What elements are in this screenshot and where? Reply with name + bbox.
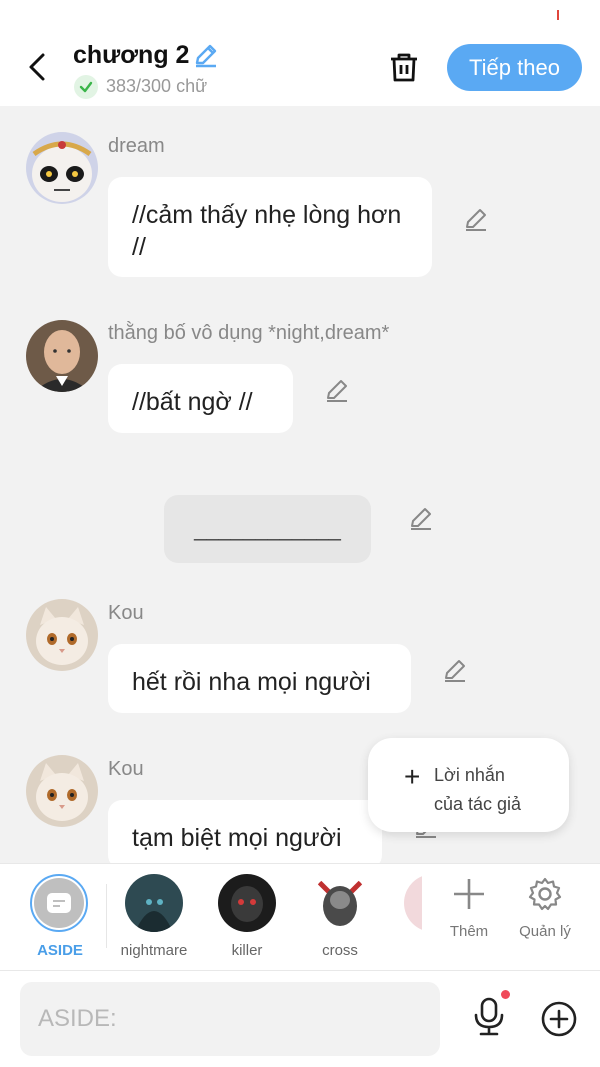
message-bubble[interactable]: hết rồi nha mọi người	[108, 644, 411, 713]
notification-dot	[501, 990, 510, 999]
chat-area[interactable]: dream //cảm thấy nhẹ lòng hơn // thằng b…	[0, 106, 600, 863]
input-bar	[0, 971, 600, 1067]
divider	[106, 884, 107, 948]
pencil-icon	[195, 44, 217, 68]
author-name: Kou	[108, 758, 144, 780]
character-bar: ASIDE nightmare killer cross Thêm Quản l…	[0, 863, 600, 971]
message-bubble[interactable]: //bất ngờ //	[108, 364, 293, 433]
author-note-label: Lời nhắn của tác giả	[434, 765, 522, 814]
gear-icon	[528, 877, 562, 911]
add-label: Thêm	[449, 923, 489, 940]
cat-avatar[interactable]	[26, 599, 98, 671]
back-button[interactable]	[22, 50, 52, 84]
add-character-button[interactable]: Thêm	[434, 876, 504, 940]
chevron-left-icon	[29, 53, 45, 81]
cross-avatar	[311, 874, 369, 932]
message-icon	[47, 893, 71, 913]
character-label: nightmare	[120, 942, 188, 959]
next-button[interactable]: Tiếp theo	[447, 44, 582, 91]
plus-icon	[454, 879, 484, 909]
author-name: thằng bố vô dụng *night,dream*	[108, 322, 390, 344]
pencil-icon[interactable]	[462, 205, 490, 233]
pencil-icon[interactable]	[441, 656, 469, 684]
divider-message[interactable]: ____________	[164, 495, 371, 563]
bald-man-avatar[interactable]	[26, 320, 98, 392]
character-aside[interactable]: ASIDE	[30, 874, 90, 959]
message-bubble[interactable]: tạm biệt mọi người	[108, 800, 382, 863]
author-note-popup[interactable]: + Lời nhắn của tác giả	[368, 738, 569, 832]
character-nightmare[interactable]: nightmare	[118, 874, 190, 959]
plus-icon: +	[404, 761, 421, 792]
character-label: ASIDE	[37, 942, 83, 959]
mic-button[interactable]	[472, 997, 506, 1042]
word-count: 383/300 chữ	[106, 76, 208, 96]
microphone-icon	[474, 997, 504, 1036]
edit-title-button[interactable]	[192, 41, 220, 74]
status-indicator	[557, 10, 559, 20]
trash-icon	[391, 53, 417, 82]
cat-avatar[interactable]	[26, 755, 98, 827]
add-attachment-button[interactable]	[540, 1000, 578, 1043]
author-name: Kou	[108, 602, 144, 624]
character-cross[interactable]: cross	[305, 874, 375, 959]
killer-avatar	[218, 874, 276, 932]
character-label: cross	[322, 942, 358, 959]
manage-button[interactable]: Quản lý	[510, 876, 580, 940]
character-killer[interactable]: killer	[212, 874, 282, 959]
plus-circle-icon	[541, 1001, 577, 1037]
delete-button[interactable]	[387, 50, 421, 89]
author-name: dream	[108, 135, 165, 157]
pencil-icon[interactable]	[323, 376, 351, 404]
status-bar	[0, 0, 600, 30]
character-label: killer	[231, 942, 263, 959]
message-bubble[interactable]: //cảm thấy nhẹ lòng hơn //	[108, 177, 432, 277]
partial-avatar	[404, 874, 422, 932]
check-icon	[74, 75, 98, 99]
message-input[interactable]	[20, 982, 440, 1056]
manage-label: Quản lý	[519, 923, 571, 940]
pencil-icon[interactable]	[407, 504, 435, 532]
aside-avatar	[30, 874, 88, 932]
character-partial[interactable]	[404, 874, 422, 942]
header: chương 2 383/300 chữ Tiếp theo	[0, 30, 600, 106]
nightmare-avatar	[125, 874, 183, 932]
chapter-title: chương 2	[73, 41, 190, 69]
skull-mask-avatar[interactable]	[26, 132, 98, 204]
